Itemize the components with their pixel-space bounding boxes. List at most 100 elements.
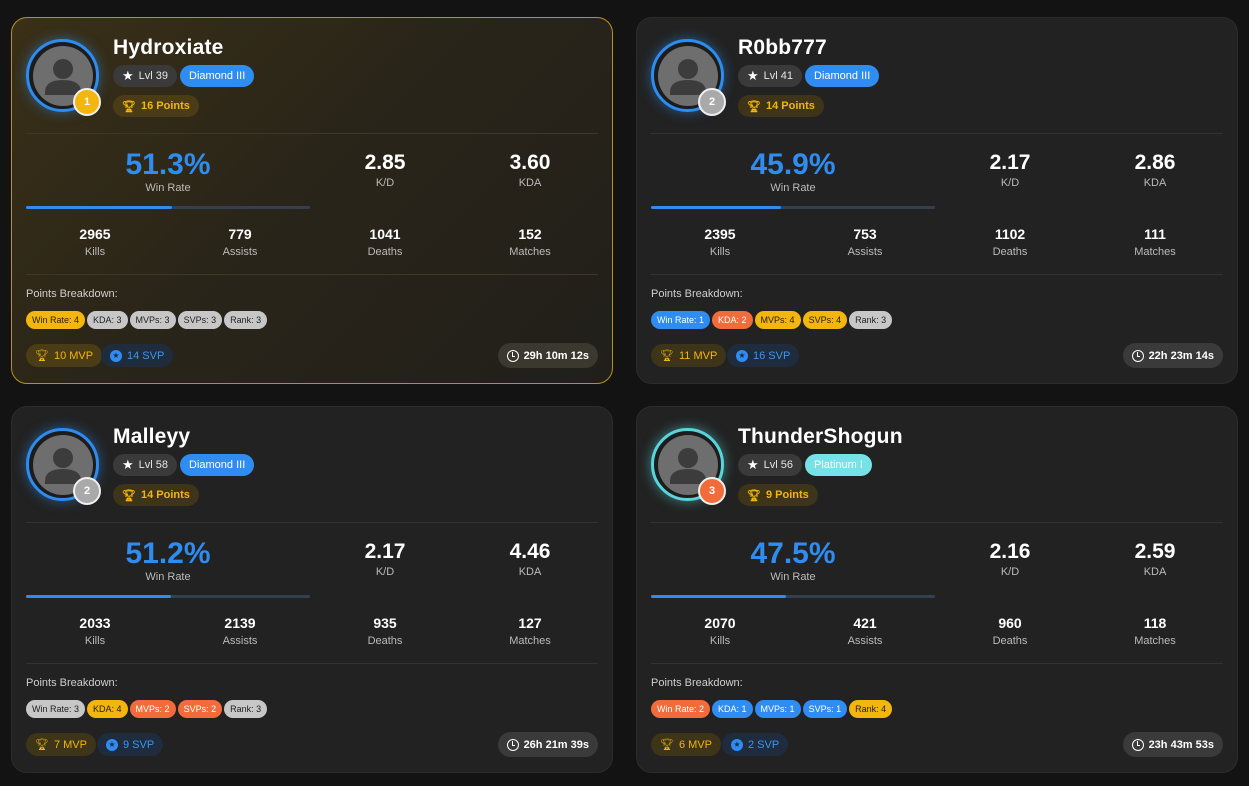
player-card[interactable]: 2 R0bb777 ★ Lvl 41 Diamond III 🏆︎ 14 Poi… [636, 17, 1238, 384]
avatar[interactable]: 1 [26, 39, 101, 116]
avatar[interactable]: 3 [651, 428, 726, 505]
breakdown-chip: Win Rate: 1 [651, 311, 711, 329]
breakdown-chip: SVPs: 4 [802, 311, 848, 329]
breakdown-chip: Win Rate: 4 [26, 311, 86, 329]
player-card[interactable]: 3 ThunderShogun ★ Lvl 56 Platinum I 🏆︎ 9… [636, 406, 1238, 773]
playtime-label: 23h 43m 53s [1148, 738, 1214, 751]
assists-label: Assists [222, 635, 258, 647]
points-badge: 🏆︎ 14 Points [738, 95, 824, 117]
points-breakdown-chips: Win Rate: 4 KDA: 3 MVPs: 3 SVPs: 3 Rank: 3 [26, 311, 268, 329]
playtime-label: 22h 23m 14s [1148, 349, 1214, 362]
divider [651, 522, 1223, 523]
level-badge: ★ Lvl 41 [738, 65, 803, 87]
player-tags: ★ Lvl 58 Diamond III [113, 454, 255, 476]
breakdown-chip: KDA: 3 [87, 311, 128, 329]
deaths-label: Deaths [367, 246, 403, 258]
player-name[interactable]: Malleyy [113, 425, 190, 449]
points-label: 14 Points [140, 489, 190, 501]
points-breakdown-title: Points Breakdown: [651, 288, 743, 300]
level-label: Lvl 39 [138, 70, 169, 82]
playtime-badge: 22h 23m 14s [1122, 343, 1223, 368]
assists-label: Assists [222, 246, 258, 258]
kills-stat: 2965 Kills [40, 226, 150, 258]
kills-value: 2033 [79, 615, 111, 631]
trophy-icon: 🏆︎ [122, 489, 136, 502]
clock-icon [1131, 349, 1144, 362]
assists-value: 2139 [224, 615, 256, 631]
win-rate-bar-fill [651, 595, 786, 598]
player-card[interactable]: 1 Hydroxiate ★ Lvl 39 Diamond III 🏆︎ 16 … [11, 17, 613, 384]
win-rate-bar-fill [26, 595, 172, 598]
avatar[interactable]: 2 [651, 39, 726, 116]
win-rate-label: Win Rate [145, 571, 191, 583]
points-breakdown-chips: Win Rate: 1 KDA: 2 MVPs: 4 SVPs: 4 Rank: 3 [651, 311, 893, 329]
deaths-stat: 935 Deaths [330, 615, 440, 647]
kda-stat: 3.60 KDA [480, 151, 580, 189]
svp-label: 2 SVP [748, 738, 780, 751]
level-label: Lvl 58 [138, 459, 169, 471]
points-breakdown-chips: Win Rate: 2 KDA: 1 MVPs: 1 SVPs: 1 Rank: 4 [651, 700, 893, 718]
kills-value: 2395 [704, 226, 736, 242]
kd-label: K/D [375, 177, 395, 189]
kills-label: Kills [84, 246, 106, 258]
breakdown-chip: SVPs: 2 [177, 700, 223, 718]
kda-label: KDA [1143, 566, 1167, 578]
win-rate-stat: 47.5% Win Rate [651, 537, 935, 583]
win-rate-value: 51.3% [125, 148, 211, 181]
deaths-value: 1041 [369, 226, 401, 242]
points-label: 16 Points [140, 100, 190, 112]
points-breakdown-title: Points Breakdown: [651, 677, 743, 689]
kills-label: Kills [709, 246, 731, 258]
assists-stat: 421 Assists [810, 615, 920, 647]
divider [26, 274, 598, 275]
kda-label: KDA [518, 177, 542, 189]
mvp-label: 10 MVP [53, 349, 94, 362]
breakdown-chip: KDA: 1 [712, 700, 753, 718]
kd-value: 2.17 [364, 540, 406, 563]
svp-badge: ★ 2 SVP [722, 733, 789, 756]
matches-stat: 152 Matches [475, 226, 585, 258]
win-rate-stat: 45.9% Win Rate [651, 148, 935, 194]
matches-value: 111 [1144, 226, 1166, 242]
level-badge: ★ Lvl 56 [738, 454, 803, 476]
win-rate-value: 51.2% [125, 537, 211, 570]
breakdown-chip: MVPs: 4 [754, 311, 801, 329]
star-icon: ★ [110, 349, 122, 362]
player-name[interactable]: ThunderShogun [738, 425, 903, 449]
tier-badge: Platinum I [805, 454, 872, 476]
kills-stat: 2070 Kills [665, 615, 775, 647]
player-tags: ★ Lvl 41 Diamond III [738, 65, 880, 87]
deaths-value: 960 [998, 615, 1022, 631]
svp-badge: ★ 16 SVP [727, 344, 800, 367]
matches-label: Matches [1134, 246, 1176, 258]
divider [26, 133, 598, 134]
player-card[interactable]: 2 Malleyy ★ Lvl 58 Diamond III 🏆︎ 14 Poi… [11, 406, 613, 773]
matches-label: Matches [1134, 635, 1176, 647]
kd-stat: 2.17 K/D [335, 540, 435, 578]
divider [651, 274, 1223, 275]
player-name[interactable]: R0bb777 [738, 36, 827, 60]
points-badge: 🏆︎ 9 Points [738, 484, 818, 506]
star-icon: ★ [747, 457, 759, 472]
player-tags: ★ Lvl 56 Platinum I [738, 454, 872, 476]
breakdown-chip: Rank: 3 [224, 700, 268, 718]
deaths-label: Deaths [992, 246, 1028, 258]
tier-badge: Diamond III [180, 65, 255, 87]
trophy-icon: 🏆︎ [747, 489, 761, 502]
svp-label: 14 SVP [127, 349, 165, 362]
matches-stat: 118 Matches [1100, 615, 1210, 647]
avatar[interactable]: 2 [26, 428, 101, 505]
player-name[interactable]: Hydroxiate [113, 36, 224, 60]
matches-label: Matches [509, 246, 551, 258]
kd-stat: 2.16 K/D [960, 540, 1060, 578]
level-label: Lvl 41 [763, 70, 794, 82]
clock-icon [1131, 738, 1144, 751]
mvp-badge: 🏆︎ 7 MVP [26, 733, 96, 756]
win-rate-bar-fill [26, 206, 172, 209]
kills-stat: 2395 Kills [665, 226, 775, 258]
rank-badge: 2 [698, 88, 726, 116]
breakdown-chip: MVPs: 2 [129, 700, 176, 718]
kills-label: Kills [84, 635, 106, 647]
clock-icon [506, 738, 519, 751]
breakdown-chip: MVPs: 1 [754, 700, 801, 718]
